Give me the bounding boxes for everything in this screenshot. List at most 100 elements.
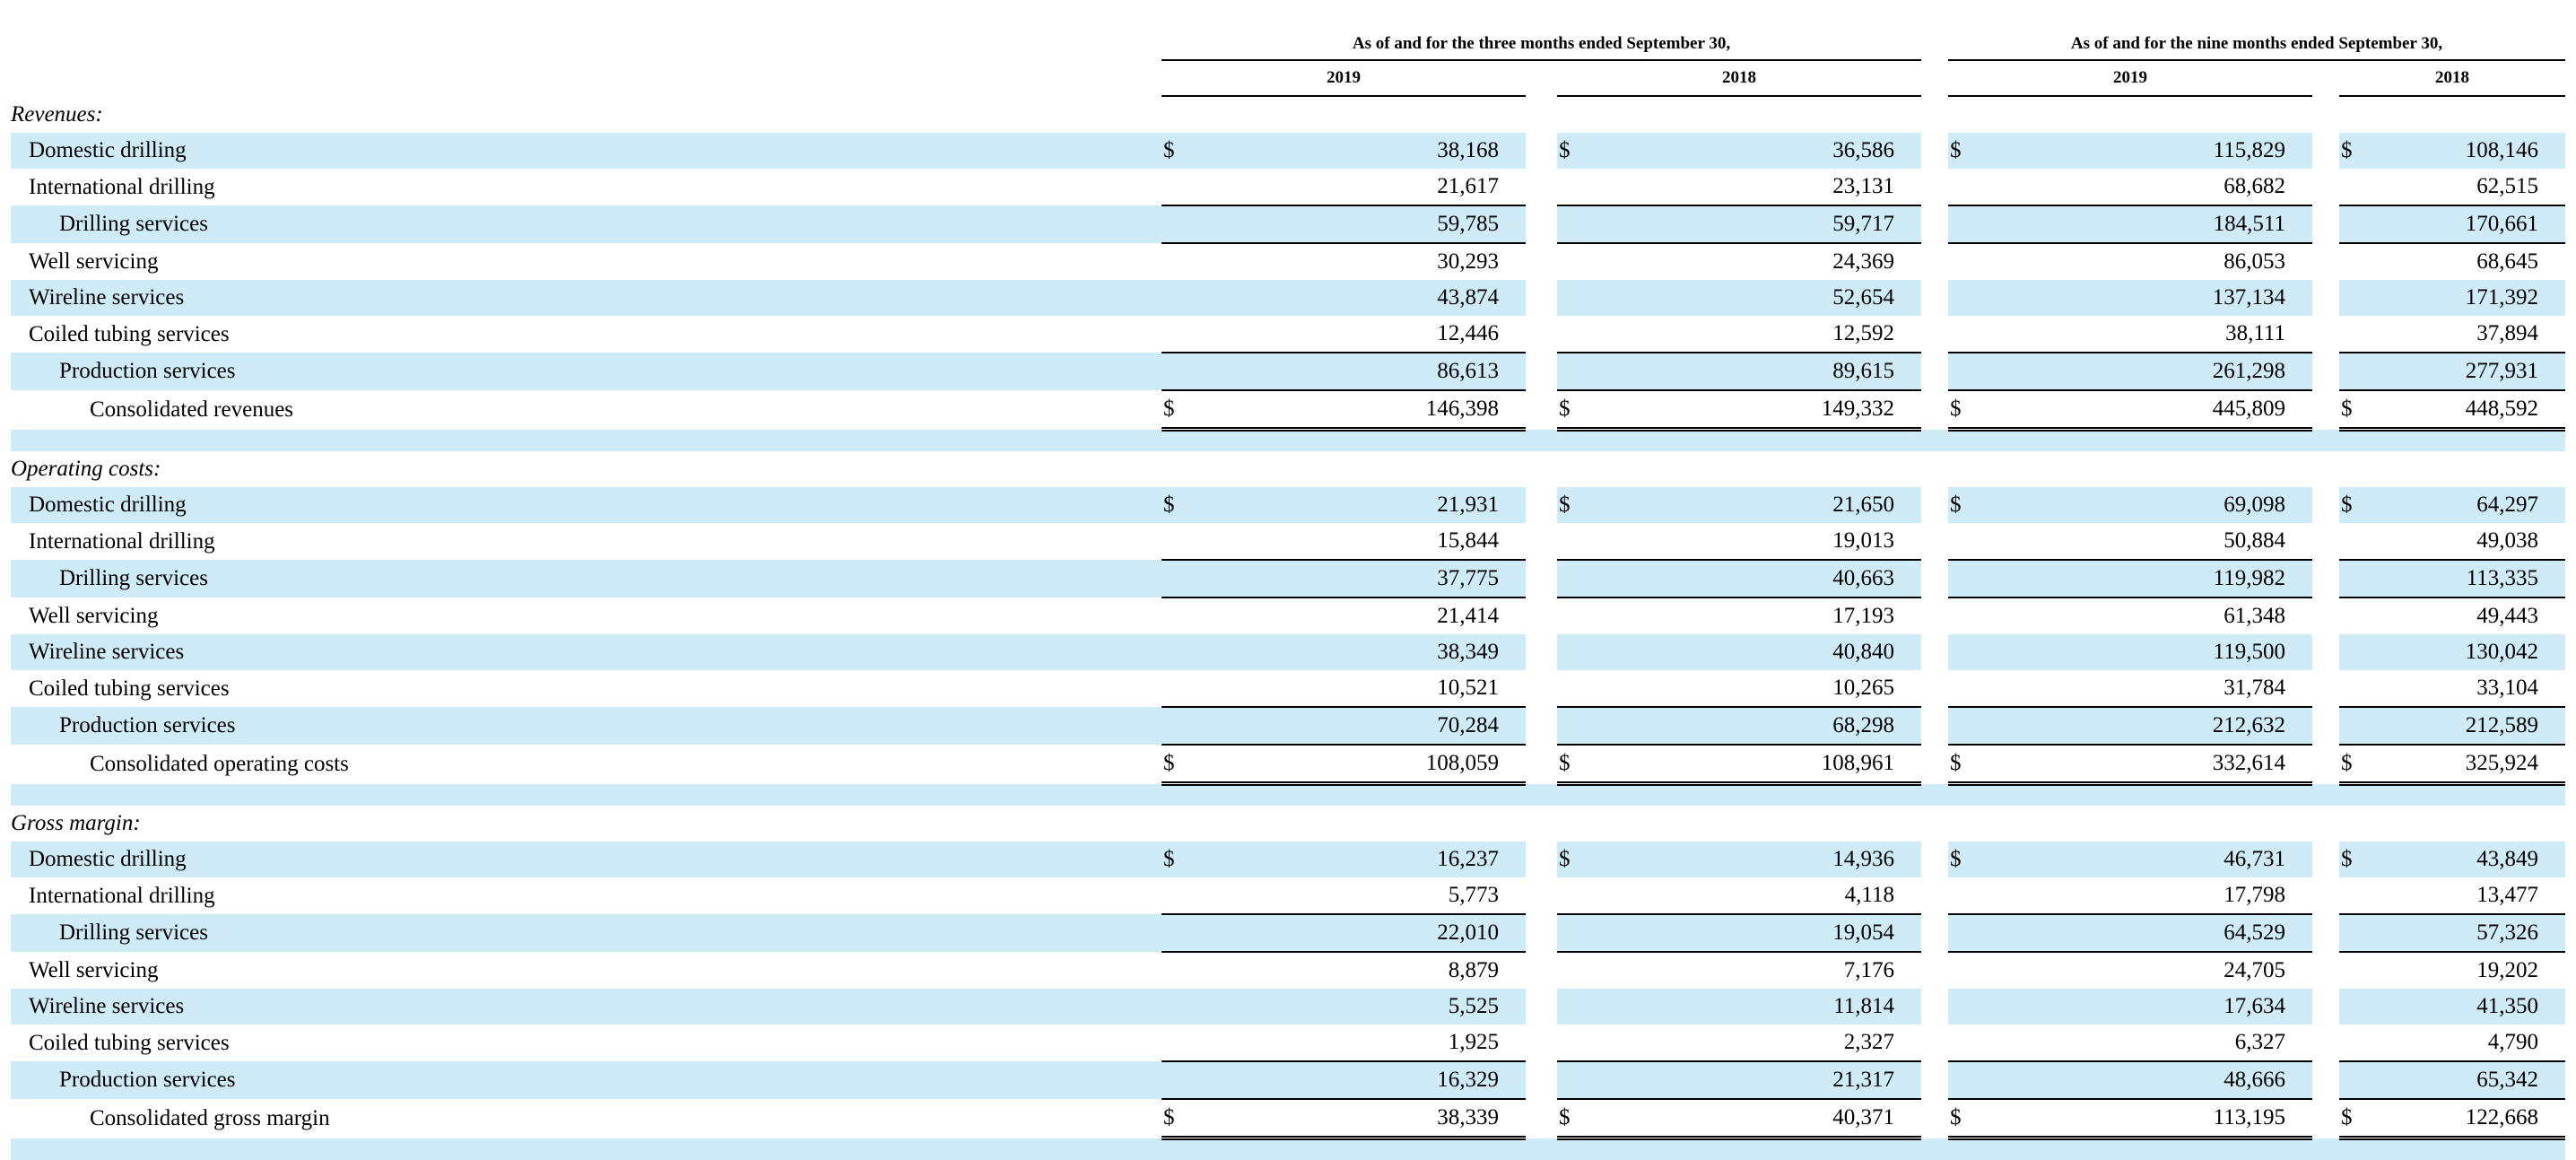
currency-symbol bbox=[2339, 914, 2375, 952]
currency-symbol: $ bbox=[2339, 487, 2375, 523]
column-gap bbox=[2312, 914, 2339, 952]
value-cell: 21,650 bbox=[1593, 487, 1921, 523]
value-cell: 57,326 bbox=[2375, 914, 2565, 952]
currency-symbol bbox=[2339, 634, 2375, 670]
column-gap bbox=[1526, 169, 1557, 205]
currency-symbol bbox=[2339, 523, 2375, 560]
value-cell: 212,589 bbox=[2375, 707, 2565, 745]
value-cell: 170,661 bbox=[2375, 205, 2565, 243]
row-label: Production services bbox=[11, 353, 1162, 390]
value-cell: 19,202 bbox=[2375, 952, 2565, 989]
value-cell: 62,515 bbox=[2375, 169, 2565, 205]
value-cell: 146,398 bbox=[1197, 390, 1526, 430]
section-title-row: Operating costs: bbox=[11, 451, 2565, 487]
table-row: Production services70,28468,298212,63221… bbox=[11, 707, 2565, 745]
section-title-row: Revenues: bbox=[11, 96, 2565, 133]
row-label: Coiled tubing services bbox=[11, 316, 1162, 353]
currency-symbol: $ bbox=[1162, 487, 1197, 523]
currency-symbol bbox=[2339, 670, 2375, 707]
column-gap bbox=[2312, 745, 2339, 784]
value-cell: 23,131 bbox=[1593, 169, 1921, 205]
currency-symbol bbox=[1948, 205, 1984, 243]
currency-symbol bbox=[1162, 1061, 1197, 1099]
currency-symbol bbox=[1557, 877, 1593, 914]
currency-symbol bbox=[2339, 280, 2375, 316]
financial-segment-table-page: As of and for the three months ended Sep… bbox=[0, 0, 2576, 1139]
column-gap bbox=[2312, 133, 2339, 169]
row-label: Production services bbox=[11, 1061, 1162, 1099]
value-cell: 130,042 bbox=[2375, 634, 2565, 670]
column-gap bbox=[1921, 745, 1948, 784]
table-row: Consolidated gross margin$38,339$40,371$… bbox=[11, 1099, 2565, 1138]
value-cell: 69,098 bbox=[1984, 487, 2312, 523]
column-gap bbox=[1526, 316, 1557, 353]
period-header-row: As of and for the three months ended Sep… bbox=[11, 20, 2565, 60]
table-row: International drilling5,7734,11817,79813… bbox=[11, 877, 2565, 914]
currency-symbol bbox=[1162, 914, 1197, 952]
value-cell: 52,654 bbox=[1593, 280, 1921, 316]
column-gap bbox=[2312, 670, 2339, 707]
value-cell: 12,592 bbox=[1593, 316, 1921, 353]
column-gap bbox=[1526, 952, 1557, 989]
value-cell: 325,924 bbox=[2375, 745, 2565, 784]
column-gap bbox=[2312, 634, 2339, 670]
column-gap bbox=[1526, 877, 1557, 914]
column-gap bbox=[2312, 707, 2339, 745]
row-label: Well servicing bbox=[11, 597, 1162, 634]
value-cell: 43,849 bbox=[2375, 842, 2565, 877]
year-header-9m-2019: 2019 bbox=[1948, 60, 2312, 96]
value-cell: 31,784 bbox=[1984, 670, 2312, 707]
currency-symbol: $ bbox=[1948, 487, 1984, 523]
value-cell: 89,615 bbox=[1593, 353, 1921, 390]
currency-symbol bbox=[2339, 1025, 2375, 1061]
column-gap bbox=[1921, 989, 1948, 1025]
column-gap bbox=[1526, 205, 1557, 243]
currency-symbol bbox=[2339, 169, 2375, 205]
column-gap bbox=[1526, 745, 1557, 784]
table-row: Well servicing8,8797,17624,70519,202 bbox=[11, 952, 2565, 989]
row-label: Well servicing bbox=[11, 243, 1162, 280]
currency-symbol bbox=[1557, 523, 1593, 560]
currency-symbol: $ bbox=[1162, 390, 1197, 430]
column-gap bbox=[1526, 597, 1557, 634]
currency-symbol bbox=[1948, 707, 1984, 745]
table-row: Drilling services22,01019,05464,52957,32… bbox=[11, 914, 2565, 952]
currency-symbol bbox=[1557, 316, 1593, 353]
currency-symbol bbox=[2339, 560, 2375, 597]
column-gap bbox=[1526, 914, 1557, 952]
currency-symbol: $ bbox=[1162, 133, 1197, 169]
currency-symbol bbox=[1557, 914, 1593, 952]
value-cell: 30,293 bbox=[1197, 243, 1526, 280]
currency-symbol bbox=[1948, 523, 1984, 560]
column-gap bbox=[2312, 597, 2339, 634]
currency-symbol: $ bbox=[1948, 1099, 1984, 1138]
currency-symbol bbox=[1948, 169, 1984, 205]
table-row: Domestic drilling$38,168$36,586$115,829$… bbox=[11, 133, 2565, 169]
row-label: International drilling bbox=[11, 523, 1162, 560]
value-cell: 86,613 bbox=[1197, 353, 1526, 390]
column-gap bbox=[1526, 707, 1557, 745]
currency-symbol bbox=[1948, 316, 1984, 353]
currency-symbol: $ bbox=[2339, 133, 2375, 169]
nine-months-header: As of and for the nine months ended Sept… bbox=[1948, 20, 2565, 60]
column-gap bbox=[1921, 243, 1948, 280]
row-label: Domestic drilling bbox=[11, 487, 1162, 523]
currency-symbol: $ bbox=[2339, 842, 2375, 877]
currency-symbol bbox=[1557, 560, 1593, 597]
table-row: Domestic drilling$21,931$21,650$69,098$6… bbox=[11, 487, 2565, 523]
value-cell: 38,111 bbox=[1984, 316, 2312, 353]
value-cell: 50,884 bbox=[1984, 523, 2312, 560]
currency-symbol bbox=[1162, 1025, 1197, 1061]
value-cell: 277,931 bbox=[2375, 353, 2565, 390]
currency-symbol bbox=[1162, 989, 1197, 1025]
currency-symbol bbox=[1162, 634, 1197, 670]
section-spacer-row bbox=[11, 430, 2565, 452]
currency-symbol bbox=[1162, 205, 1197, 243]
currency-symbol: $ bbox=[1557, 390, 1593, 430]
column-gap bbox=[1921, 842, 1948, 877]
row-label: Consolidated operating costs bbox=[11, 745, 1162, 784]
column-gap bbox=[1526, 523, 1557, 560]
row-label: Wireline services bbox=[11, 989, 1162, 1025]
spacer-cell bbox=[11, 430, 2565, 452]
currency-symbol bbox=[2339, 707, 2375, 745]
